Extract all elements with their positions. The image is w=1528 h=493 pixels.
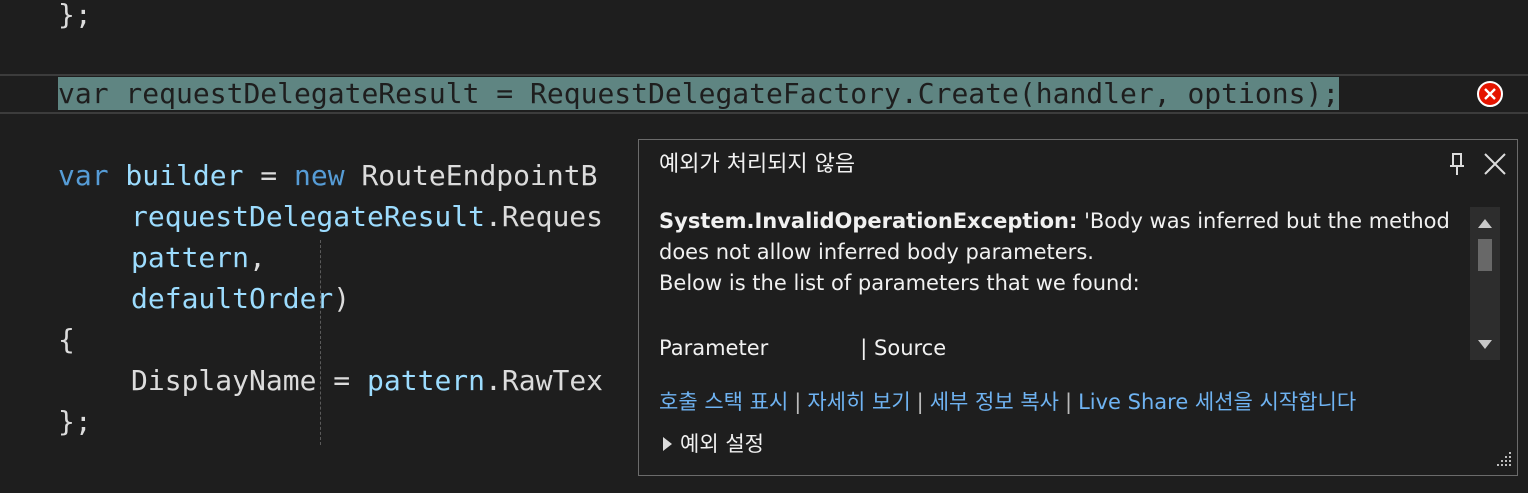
parameter-table-header: Parameter | Source: [659, 336, 947, 360]
show-call-stack-link[interactable]: 호출 스택 표시: [659, 390, 788, 414]
indent-guide: [320, 240, 321, 445]
resize-grip-icon[interactable]: [1491, 448, 1513, 470]
code-line-builder: var builder = new RouteEndpointB: [58, 159, 598, 192]
code-line-default-order: defaultOrder): [131, 282, 351, 315]
action-links: 호출 스택 표시 | 자세히 보기 | 세부 정보 복사 | Live Share 세션을 …: [659, 390, 1357, 414]
popup-title: 예외가 처리되지 않음: [659, 152, 856, 177]
scroll-thumb[interactable]: [1478, 239, 1492, 271]
scroll-up-arrow-icon[interactable]: [1478, 219, 1492, 228]
highlighted-statement: var requestDelegateResult = RequestDeleg…: [58, 77, 1340, 110]
exception-popup: 예외가 처리되지 않음 System.InvalidOperationExcep…: [638, 139, 1518, 476]
exception-type: System.InvalidOperationException:: [659, 209, 1078, 233]
code-line-display-name: DisplayName = pattern.RawTex: [131, 364, 604, 397]
close-icon: [1484, 153, 1506, 175]
code-line-close-prev: };: [58, 0, 92, 31]
error-icon[interactable]: [1477, 81, 1503, 107]
exception-text-2: Below is the list of parameters that we …: [659, 271, 1140, 295]
start-live-share-link[interactable]: Live Share 세션을 시작합니다: [1078, 390, 1356, 414]
view-details-link[interactable]: 자세히 보기: [807, 390, 910, 414]
pin-button[interactable]: [1443, 150, 1471, 178]
scroll-down-arrow-icon[interactable]: [1478, 340, 1492, 349]
exception-settings-toggle[interactable]: 예외 설정: [663, 427, 764, 461]
code-line-exception: var requestDelegateResult = RequestDeleg…: [58, 74, 1340, 114]
exception-message: System.InvalidOperationException: 'Body …: [659, 206, 1459, 299]
copy-details-link[interactable]: 세부 정보 복사: [930, 390, 1059, 414]
exception-settings-label: 예외 설정: [680, 432, 764, 456]
close-button[interactable]: [1481, 150, 1509, 178]
code-line-brace-open: {: [58, 323, 75, 356]
code-line-request: requestDelegateResult.Reques: [131, 200, 604, 233]
pin-icon: [1450, 153, 1464, 175]
code-line-pattern: pattern,: [131, 241, 266, 274]
expand-triangle-icon: [663, 437, 672, 451]
message-scrollbar[interactable]: [1470, 207, 1500, 360]
code-line-brace-close: };: [58, 405, 92, 438]
